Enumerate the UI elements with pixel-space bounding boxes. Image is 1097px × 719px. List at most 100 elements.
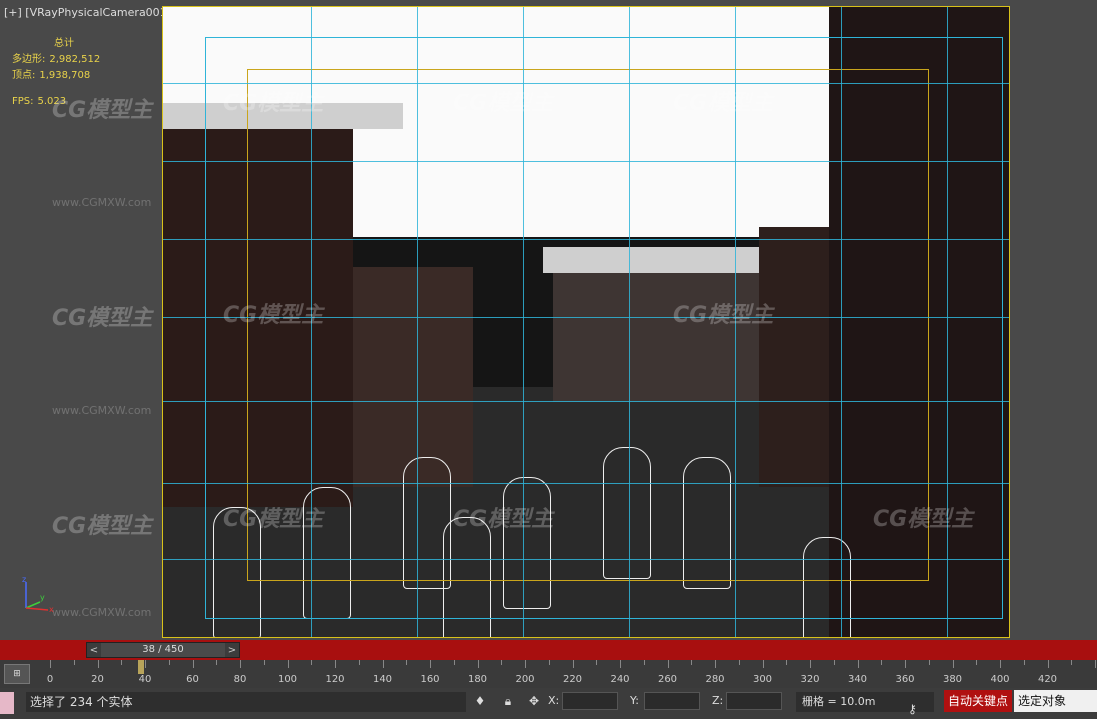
trackbar-tick [453, 660, 455, 665]
grid-line [841, 7, 842, 637]
trackbar-tick [287, 660, 289, 668]
trackbar-tick-label: 120 [325, 674, 345, 685]
transform-mode-icon[interactable]: ✥ [526, 693, 542, 709]
trackbar-tick [263, 660, 265, 665]
trackbar-tick-label: 80 [233, 674, 247, 685]
trackbar-tick [928, 660, 930, 665]
isolate-selection-icon[interactable]: ♦ [472, 693, 488, 709]
trackbar-tick [762, 660, 764, 668]
trackbar-tick-label: 320 [800, 674, 820, 685]
time-slider-value[interactable]: 38 / 450 [101, 643, 225, 657]
safe-frame: CG模型主 CG模型主 CG模型主 CG模型主 CG模型主 CG模型主 CG模型… [162, 6, 1010, 638]
watermark-logo: CG模型主 [453, 507, 554, 532]
curve-editor-icon[interactable]: ⊞ [4, 664, 30, 684]
selection-set-dropdown[interactable]: 选定对象 [1014, 690, 1097, 712]
auto-key-button[interactable]: 自动关键点 [944, 690, 1012, 712]
next-frame-button[interactable]: > [225, 645, 239, 656]
trackbar-tick [168, 660, 170, 665]
trackbar-tick [691, 660, 693, 665]
camera-viewport[interactable]: [+] [VRayPhysicalCamera001] [默认 + 边面] 总计… [0, 0, 1097, 640]
trackbar-tick-label: 380 [942, 674, 963, 685]
trackbar-tick-label: 220 [562, 674, 583, 685]
trackbar-tick [358, 660, 360, 665]
grid-line [163, 559, 1009, 560]
trackbar-tick-label: 20 [91, 674, 104, 685]
time-slider[interactable]: < 38 / 450 > [86, 642, 240, 658]
trackbar-tick [335, 660, 336, 668]
axis-label-y: y [40, 593, 45, 602]
fps-label: FPS: [12, 96, 34, 107]
trackbar-tick [50, 660, 51, 668]
trackbar-tick-label: 280 [705, 674, 725, 685]
trackbar-tick [572, 660, 574, 668]
y-coord-field[interactable] [644, 692, 700, 710]
trackbar-tick-label: 400 [990, 674, 1010, 685]
grid-line [163, 239, 1009, 240]
grid-line [163, 401, 1009, 402]
grid-line [163, 83, 1009, 84]
lock-selection-icon[interactable]: 🔒︎ [500, 693, 516, 709]
trackbar-tick [857, 660, 859, 668]
watermark-logo: CG模型主 [673, 303, 774, 328]
maxscript-listener-button[interactable] [0, 692, 14, 714]
watermark-logo: CG模型主 [223, 91, 324, 116]
trackbar-tick [715, 660, 716, 668]
trackbar-ticks: 0 20 40 60 80 100 120 140 160 180 200 220 240 260 280 3… [46, 660, 1097, 688]
trackbar-tick [1071, 660, 1073, 665]
trackbar-tick-label: 180 [467, 674, 488, 685]
selection-status: 选择了 234 个实体 [26, 692, 466, 712]
watermark-logo: CG模型主 [52, 98, 153, 123]
trackbar-tick [643, 660, 645, 665]
trackbar-tick-label: 60 [186, 674, 199, 685]
trackbar-tick-label: 300 [752, 674, 773, 685]
set-key-icon[interactable]: ⚷ [908, 702, 917, 716]
z-coord-field[interactable] [726, 692, 782, 710]
trackbar-tick [97, 660, 99, 668]
prev-frame-button[interactable]: < [87, 645, 101, 656]
trackbar-tick-label: 140 [372, 674, 393, 685]
grid-line [947, 7, 948, 637]
trackbar-tick-label: 420 [1037, 674, 1058, 685]
axis-gizmo-icon: z y x [22, 576, 54, 614]
trackbar-tick-label: 100 [277, 674, 298, 685]
x-coord-label: X: [548, 694, 560, 707]
trackbar-tick [952, 660, 954, 668]
trackbar-tick-label: 40 [138, 674, 152, 685]
grid-line [417, 7, 418, 637]
trackbar-tick [786, 660, 788, 665]
trackbar-tick [311, 660, 313, 665]
trackbar-tick [430, 660, 431, 668]
axis-label-z: z [22, 576, 26, 584]
trackbar-tick [620, 660, 621, 668]
trackbar-tick [548, 660, 550, 665]
watermark-url: www.CGMXW.com [52, 606, 152, 619]
trackbar-tick-label: 200 [515, 674, 535, 685]
watermark-logo: CG模型主 [453, 91, 554, 116]
trackbar-tick [667, 660, 669, 668]
trackbar-tick [1047, 660, 1049, 668]
trackbar-tick [810, 660, 811, 668]
trackbar-tick [905, 660, 906, 668]
title-safe-frame [247, 69, 929, 581]
x-coord-field[interactable] [562, 692, 618, 710]
trackbar-tick-label: 260 [657, 674, 678, 685]
z-coord-label: Z: [712, 694, 724, 707]
trackbar-tick [833, 660, 835, 665]
trackbar-tick [1095, 660, 1096, 668]
watermark-url: www.CGMXW.com [52, 404, 152, 417]
trackbar-tick [382, 660, 384, 668]
grid-line [629, 7, 630, 637]
trackbar-tick [73, 660, 75, 665]
polys-value: 2,982,512 [49, 54, 101, 65]
trackbar-tick-label: 240 [610, 674, 630, 685]
verts-value: 1,938,708 [39, 70, 91, 81]
trackbar-tick [1000, 660, 1001, 668]
trackbar-tick [501, 660, 503, 665]
verts-label: 顶点: [12, 70, 36, 81]
trackbar-tick [477, 660, 479, 668]
watermark-logo: CG模型主 [223, 507, 324, 532]
watermark-logo: CG模型主 [52, 306, 153, 331]
axis-label-x: x [49, 605, 54, 614]
trackbar-tick [596, 660, 598, 665]
current-frame-marker[interactable] [138, 660, 144, 674]
